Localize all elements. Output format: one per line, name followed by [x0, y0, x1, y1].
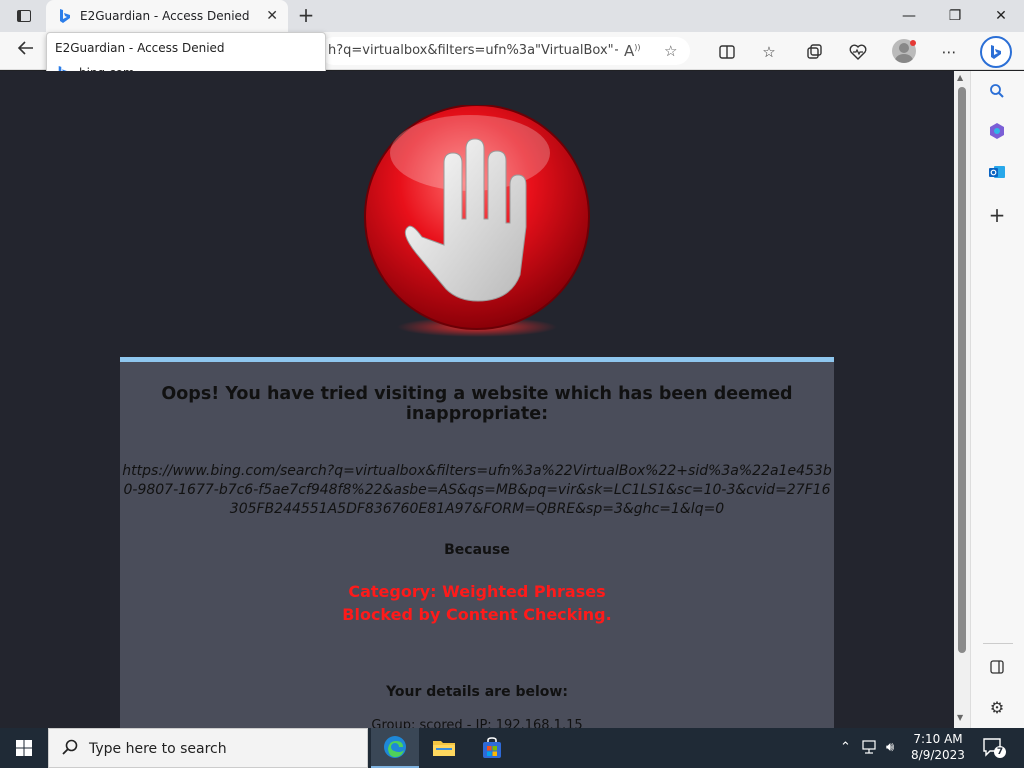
store-icon [483, 737, 501, 758]
profile-notification-dot [910, 40, 916, 46]
taskbar-file-explorer-app[interactable] [420, 728, 468, 768]
edge-icon [384, 736, 406, 758]
start-button[interactable] [0, 728, 48, 768]
bing-favicon-icon [60, 9, 70, 23]
system-clock[interactable]: 7:10 AM 8/9/2023 [906, 731, 970, 763]
favorite-star-icon[interactable]: ☆ [664, 42, 677, 60]
clock-time: 7:10 AM [913, 732, 963, 746]
hover-card-title: E2Guardian - Access Denied [55, 41, 225, 55]
search-placeholder: Type here to search [89, 741, 227, 757]
block-message-panel: Oops! You have tried visiting a website … [120, 357, 834, 728]
sidebar-microsoft365-icon[interactable] [985, 119, 1009, 143]
browser-essentials-icon[interactable] [847, 41, 869, 63]
folder-icon [433, 741, 455, 756]
search-icon [62, 739, 78, 755]
tab-title: E2Guardian - Access Denied [80, 9, 250, 23]
bing-logo-icon [991, 45, 1001, 59]
read-aloud-icon[interactable]: A)) [624, 42, 641, 60]
scroll-down-icon[interactable]: ▼ [957, 713, 963, 722]
edge-sidebar: + ⚙ [970, 71, 1024, 728]
clock-date: 8/9/2023 [911, 748, 965, 762]
page-scrollbar[interactable]: ▲ ▼ [954, 71, 970, 728]
sidebar-settings-icon[interactable]: ⚙ [985, 695, 1009, 719]
windows-logo-icon [16, 740, 32, 756]
minimize-button[interactable]: — [886, 0, 932, 32]
bing-chat-button[interactable] [980, 36, 1012, 68]
block-category: Category: Weighted Phrases [348, 582, 606, 601]
sidebar-add-icon[interactable]: + [985, 203, 1009, 227]
favorites-icon[interactable]: ☆ [758, 41, 780, 63]
split-screen-icon[interactable] [716, 41, 738, 63]
more-options-icon[interactable]: ⋯ [938, 41, 960, 63]
taskbar-edge-app[interactable] [371, 728, 419, 768]
sidebar-search-icon[interactable] [985, 79, 1009, 103]
notification-count: 7 [994, 746, 1006, 758]
back-arrow-icon [17, 41, 33, 55]
collections-icon[interactable] [803, 41, 825, 63]
blocked-url: https://www.bing.com/search?q=virtualbox… [122, 463, 832, 517]
back-button[interactable] [12, 38, 40, 64]
tab-close-icon[interactable]: ✕ [266, 8, 278, 24]
taskbar-search[interactable]: Type here to search [48, 728, 368, 768]
details-heading: Your details are below: [386, 684, 568, 700]
address-bar[interactable]: h?q=virtualbox&filters=ufn%3a"VirtualBox… [320, 37, 690, 65]
windows-taskbar: Type here to search ⌃ 🔊︎ 7:10 AM 8/9/202… [0, 728, 1024, 768]
scrollbar-thumb[interactable] [958, 87, 966, 653]
show-hidden-icons-icon[interactable]: ⌃ [840, 740, 851, 755]
taskbar-store-app[interactable] [468, 728, 516, 768]
stop-hand-icon [364, 105, 590, 337]
block-method: Blocked by Content Checking. [342, 605, 612, 624]
block-reason: Category: Weighted Phrases Blocked by Co… [120, 580, 834, 626]
restore-button[interactable]: ❐ [932, 0, 978, 32]
close-window-button[interactable]: ✕ [978, 0, 1024, 32]
tab-actions-icon [17, 10, 31, 22]
because-label: Because [444, 542, 510, 558]
new-tab-button[interactable]: + [294, 4, 318, 28]
sidebar-divider [983, 643, 1013, 644]
user-group-info: Group: scored - IP: 192.168.1.15 [371, 718, 583, 728]
volume-icon[interactable]: 🔊︎ [886, 740, 894, 755]
page-title: Oops! You have tried visiting a website … [161, 384, 793, 424]
scroll-up-icon[interactable]: ▲ [957, 73, 963, 82]
tab-actions-button[interactable] [8, 4, 40, 28]
tab-strip: E2Guardian - Access Denied ✕ + — ❐ ✕ [0, 0, 1024, 32]
address-bar-url[interactable]: h?q=virtualbox&filters=ufn%3a"VirtualBox… [328, 43, 618, 58]
sidebar-toggle-icon[interactable] [985, 655, 1009, 679]
page-content: Oops! You have tried visiting a website … [0, 71, 954, 728]
notification-center-button[interactable]: 7 [982, 736, 1006, 758]
sidebar-outlook-icon[interactable] [985, 160, 1009, 184]
network-icon[interactable] [862, 740, 880, 758]
tab-active[interactable]: E2Guardian - Access Denied ✕ [46, 0, 288, 32]
